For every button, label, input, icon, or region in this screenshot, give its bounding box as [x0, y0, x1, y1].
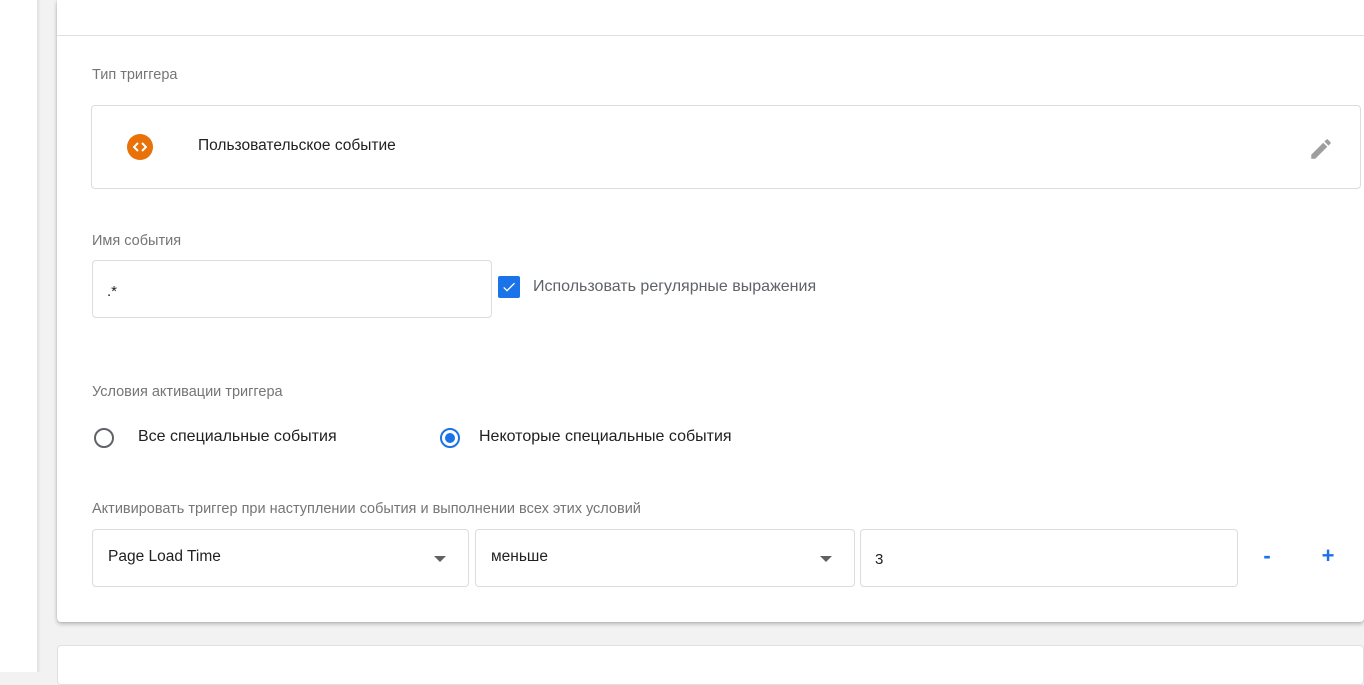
trigger-config-panel: Тип триггера Пользовательское событие Им… [57, 0, 1364, 622]
condition-value-input[interactable] [860, 529, 1238, 587]
condition-variable-select[interactable]: Page Load Time [92, 529, 469, 587]
chevron-down-icon [820, 556, 832, 562]
trigger-type-selector[interactable]: Пользовательское событие [91, 105, 1361, 189]
condition-operator-value: меньше [491, 548, 548, 565]
remove-condition-button[interactable]: - [1255, 544, 1279, 568]
trigger-type-label: Тип триггера [92, 67, 178, 83]
radio-all-custom-events-label: Все специальные события [138, 428, 337, 445]
left-rail-shadow [37, 0, 41, 672]
condition-variable-value: Page Load Time [108, 548, 221, 565]
event-name-input[interactable] [92, 260, 492, 318]
checkmark-icon [503, 282, 515, 292]
radio-some-custom-events-label: Некоторые специальные события [479, 428, 732, 445]
conditions-label: Активировать триггер при наступлении соб… [92, 501, 641, 517]
radio-some-custom-events[interactable] [440, 428, 460, 448]
use-regex-label: Использовать регулярные выражения [533, 278, 817, 295]
header-divider [57, 35, 1364, 36]
use-regex-checkbox[interactable] [498, 276, 520, 298]
pencil-icon[interactable] [1308, 136, 1334, 162]
condition-operator-select[interactable]: меньше [475, 529, 855, 587]
activation-conditions-label: Условия активации триггера [92, 384, 283, 400]
add-condition-button[interactable]: + [1316, 544, 1340, 568]
code-brackets-icon [133, 142, 147, 152]
left-rail [0, 0, 37, 672]
chevron-down-icon [434, 556, 446, 562]
radio-all-custom-events[interactable] [94, 428, 114, 448]
custom-event-icon [127, 134, 153, 160]
next-section-panel [57, 645, 1364, 685]
event-name-label: Имя события [92, 233, 182, 249]
trigger-type-name: Пользовательское событие [198, 137, 396, 154]
